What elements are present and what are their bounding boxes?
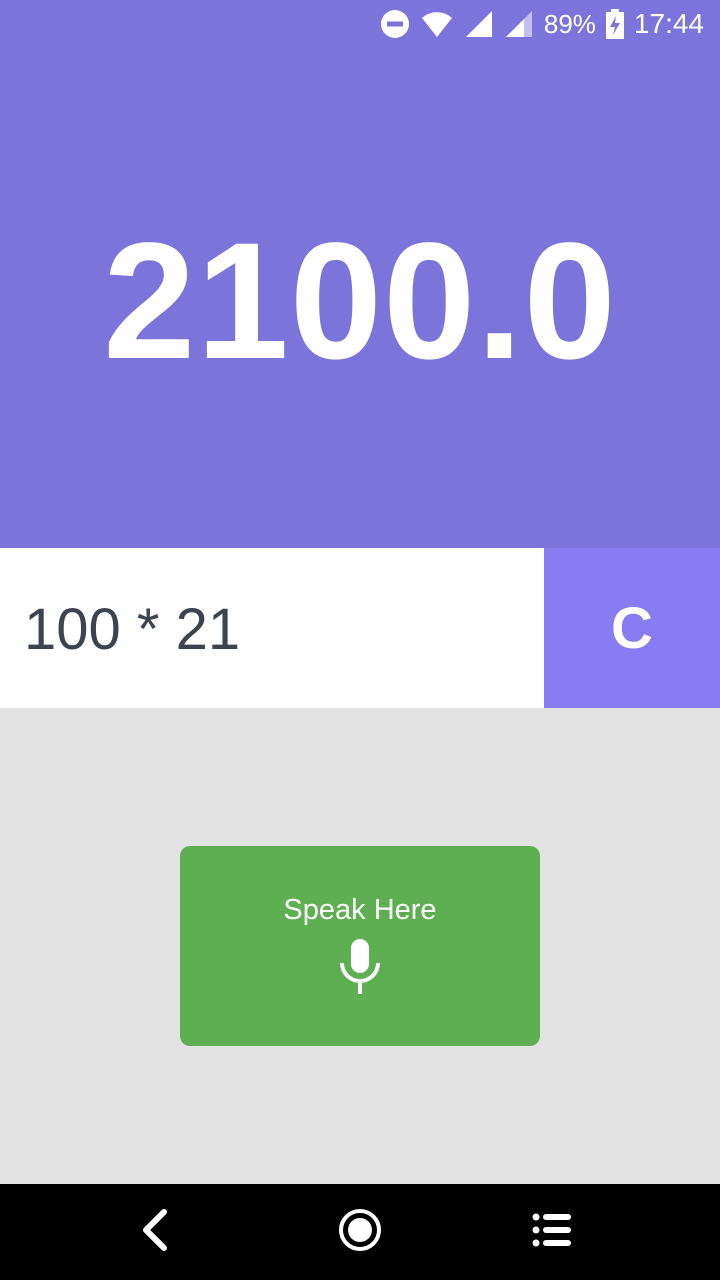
clear-button[interactable]: C [544,548,720,708]
recents-button[interactable] [524,1204,580,1260]
status-time: 17:44 [633,8,704,39]
battery-charging-icon [605,9,624,39]
battery-percent: 89% [543,8,596,39]
expression-row: 100 * 21 C [0,548,720,708]
speak-button[interactable]: Speak Here [180,846,540,1046]
result-value: 2100.0 [103,209,617,394]
back-icon [136,1208,176,1257]
calculator-screen: 89% 17:44 2100.0 100 * 21 C Speak Here [0,0,720,1280]
do-not-disturb-icon [380,9,410,39]
microphone-icon [338,937,382,1002]
home-icon [338,1208,382,1257]
expression-display: 100 * 21 [24,597,241,662]
back-button[interactable] [128,1204,184,1260]
speak-label: Speak Here [283,894,437,926]
signal-icon [504,9,534,39]
wifi-icon [420,9,454,39]
speak-area: Speak Here [0,708,720,1184]
recents-icon [532,1212,572,1253]
result-panel: 89% 17:44 2100.0 [0,0,720,548]
home-button[interactable] [332,1204,388,1260]
navigation-bar [0,1184,720,1280]
status-bar: 89% 17:44 [0,0,720,48]
signal-icon [464,9,494,39]
